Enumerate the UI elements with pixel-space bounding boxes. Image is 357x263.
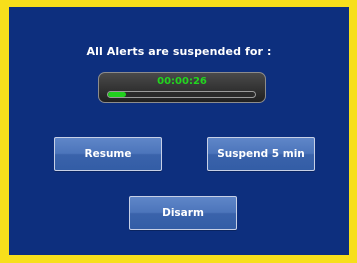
disarm-button[interactable]: Disarm [129, 196, 237, 230]
countdown-progress-fill [108, 92, 126, 97]
dialog-frame: All Alerts are suspended for : 00:00:26 … [0, 0, 357, 263]
alerts-suspended-panel: All Alerts are suspended for : 00:00:26 … [9, 7, 349, 255]
countdown-timer: 00:00:26 [98, 72, 266, 103]
suspend-5-min-button[interactable]: Suspend 5 min [207, 137, 315, 171]
timer-readout: 00:00:26 [157, 76, 207, 87]
resume-button[interactable]: Resume [54, 137, 162, 171]
dialog-title: All Alerts are suspended for : [86, 45, 272, 58]
countdown-progress-bar [107, 91, 256, 98]
